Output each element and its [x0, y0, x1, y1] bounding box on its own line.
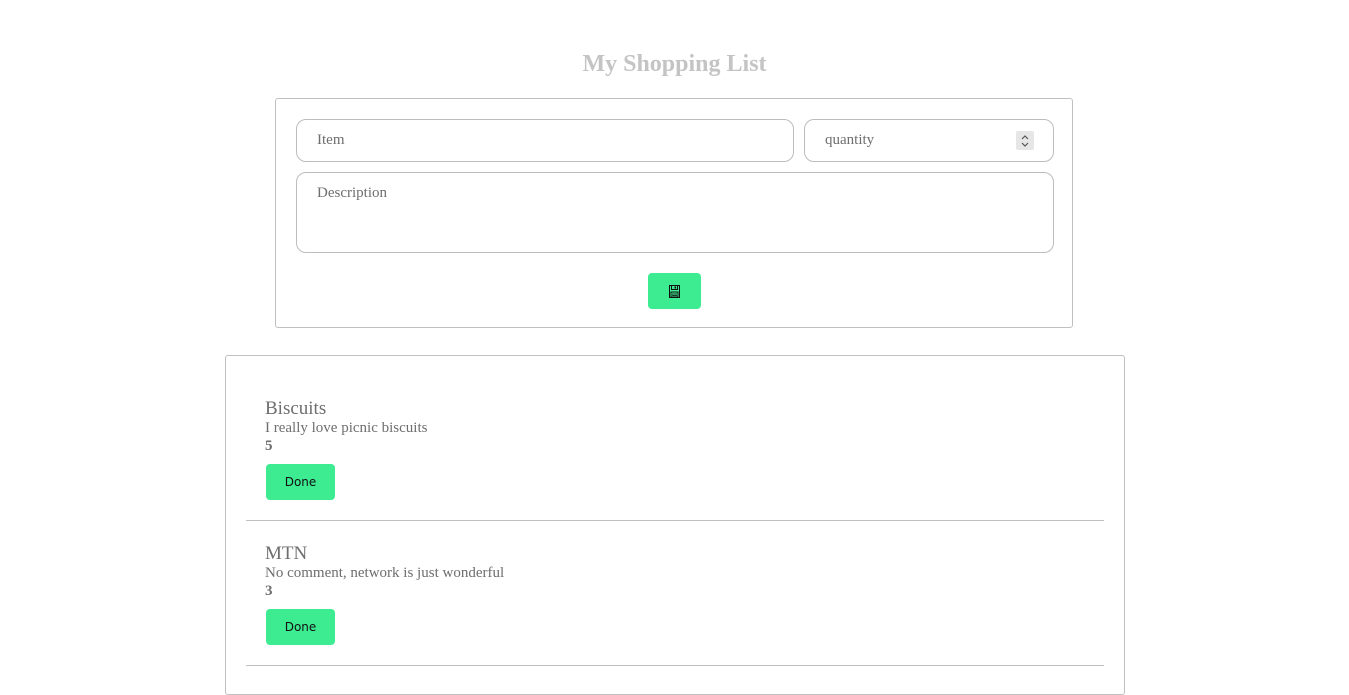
item-name: MTN — [265, 543, 308, 564]
item-description: I really love picnic biscuits — [265, 420, 428, 436]
add-item-form — [275, 98, 1073, 328]
done-button[interactable]: Done — [266, 609, 335, 645]
done-button[interactable]: Done — [266, 464, 335, 500]
item-input[interactable] — [296, 119, 794, 162]
shopping-list: Biscuits I really love picnic biscuits 5… — [225, 355, 1125, 695]
quantity-field — [804, 119, 1054, 162]
list-item: MTN No comment, network is just wonderfu… — [246, 521, 1104, 666]
list-item: Biscuits I really love picnic biscuits 5… — [246, 376, 1104, 521]
description-input[interactable] — [296, 172, 1054, 253]
floppy-disk-icon — [669, 284, 680, 298]
item-quantity: 5 — [265, 438, 273, 454]
chevron-up-down-icon — [1021, 134, 1029, 147]
page-title: My Shopping List — [582, 51, 767, 77]
item-name: Biscuits — [265, 398, 327, 419]
quantity-stepper[interactable] — [1016, 131, 1034, 150]
item-description: No comment, network is just wonderful — [265, 565, 505, 581]
save-button[interactable] — [648, 273, 701, 309]
item-quantity: 3 — [265, 583, 273, 599]
